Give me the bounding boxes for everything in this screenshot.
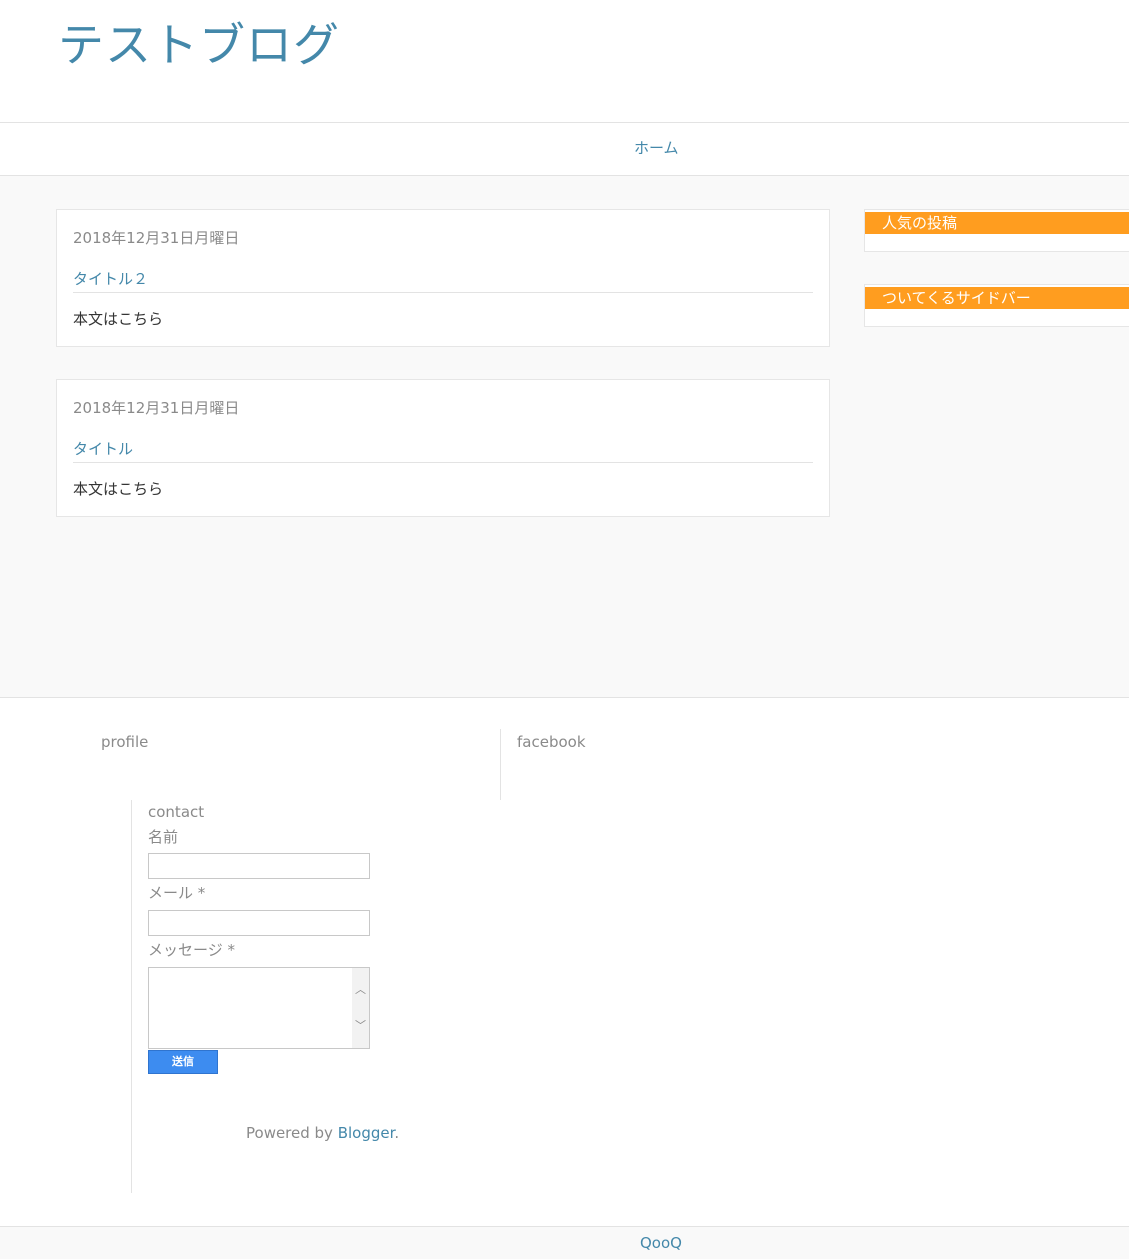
message-field[interactable] bbox=[148, 967, 370, 1049]
powered-prefix: Powered by bbox=[246, 1124, 338, 1142]
chevron-up-icon[interactable]: ︿ bbox=[352, 982, 369, 998]
blog-header: テストブログ bbox=[0, 0, 1129, 122]
post-date: 2018年12月31日月曜日 bbox=[73, 229, 240, 247]
message-scrollbar[interactable]: ︿ ﹀ bbox=[352, 968, 369, 1048]
qooq-link[interactable]: QooQ bbox=[640, 1234, 682, 1252]
email-field[interactable] bbox=[148, 910, 370, 936]
post-date: 2018年12月31日月曜日 bbox=[73, 399, 240, 417]
nav-home-link[interactable]: ホーム bbox=[634, 137, 679, 158]
widget-title: 人気の投稿 bbox=[865, 212, 1129, 234]
powered-suffix: . bbox=[394, 1124, 400, 1142]
post-card: 2018年12月31日月曜日 タイトル 本文はこちら bbox=[56, 379, 830, 517]
post-body: 本文はこちら bbox=[73, 310, 164, 328]
main-nav: ホーム bbox=[0, 122, 1129, 176]
post-title-link[interactable]: タイトル２ bbox=[73, 268, 813, 293]
submit-button[interactable]: 送信 bbox=[148, 1050, 218, 1074]
bottom-bar: QooQ bbox=[0, 1226, 1129, 1259]
popular-posts-widget: 人気の投稿 bbox=[864, 209, 1129, 252]
post-card: 2018年12月31日月曜日 タイトル２ 本文はこちら bbox=[56, 209, 830, 347]
name-label: 名前 bbox=[148, 828, 179, 846]
chevron-down-icon[interactable]: ﹀ bbox=[352, 1018, 369, 1034]
email-label: メール * bbox=[148, 884, 206, 902]
contact-heading: contact bbox=[148, 803, 205, 821]
site-title-link[interactable]: テストブログ bbox=[58, 14, 340, 76]
powered-by: Powered by Blogger. bbox=[246, 1124, 399, 1142]
profile-heading: profile bbox=[101, 733, 149, 751]
message-label: メッセージ * bbox=[148, 941, 235, 959]
contact-divider bbox=[131, 800, 132, 1193]
widget-title: ついてくるサイドバー bbox=[865, 287, 1129, 309]
blogger-link[interactable]: Blogger bbox=[338, 1124, 395, 1142]
name-field[interactable] bbox=[148, 853, 370, 879]
footer-divider bbox=[500, 729, 501, 800]
facebook-heading: facebook bbox=[517, 733, 586, 751]
main-content: 2018年12月31日月曜日 タイトル２ 本文はこちら 2018年12月31日月… bbox=[0, 176, 1129, 698]
post-body: 本文はこちら bbox=[73, 480, 164, 498]
sticky-sidebar-widget: ついてくるサイドバー bbox=[864, 284, 1129, 327]
post-title-link[interactable]: タイトル bbox=[73, 438, 813, 463]
